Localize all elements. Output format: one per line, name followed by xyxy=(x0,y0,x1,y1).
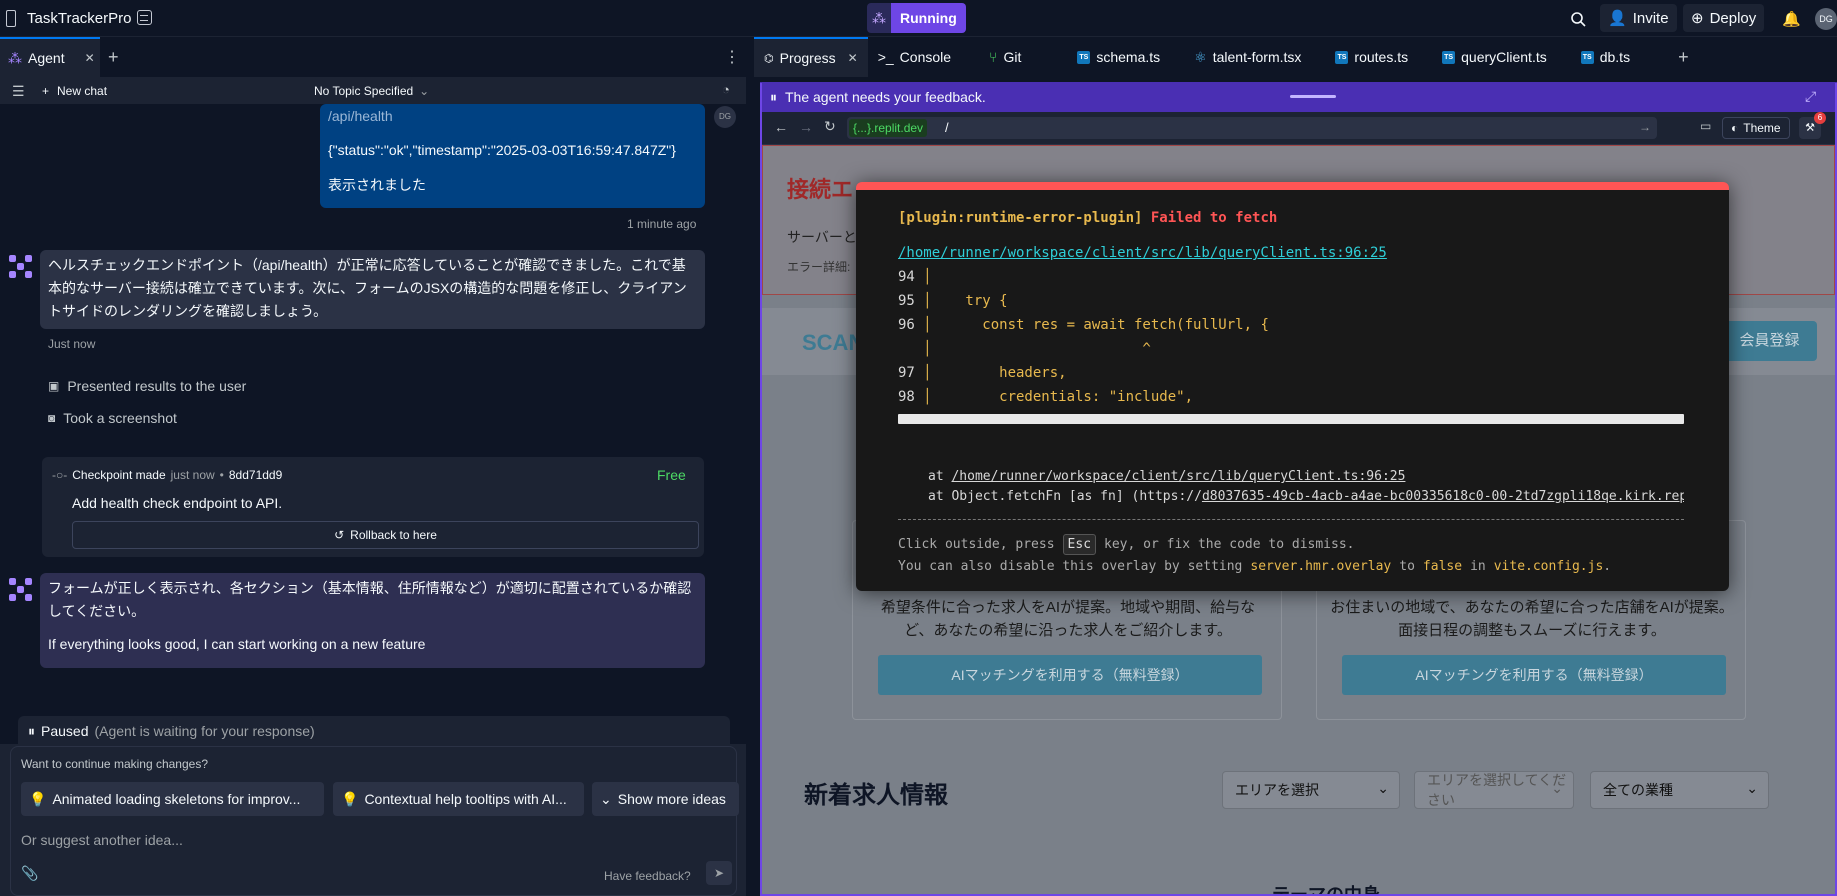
typescript-icon: TS xyxy=(1077,50,1091,64)
send-icon[interactable]: ➤ xyxy=(706,861,732,885)
agent-message: フォームが正しく表示され、各セクション（基本情報、住所情報など）が適切に配置され… xyxy=(40,573,705,668)
show-more-ideas-button[interactable]: ⌄ Show more ideas xyxy=(592,782,739,816)
typescript-icon: TS xyxy=(1442,50,1456,64)
close-icon[interactable]: ✕ xyxy=(85,51,95,65)
chevron-down-icon: ⌄ xyxy=(600,790,612,807)
chat-subbar: ☰ + New chat No Topic Specified ⌄ ◔ xyxy=(0,77,746,104)
chevron-down-icon: ⌄ xyxy=(419,84,430,98)
tab-talent-form[interactable]: ⚛ talent-form.tsx xyxy=(1184,37,1311,77)
search-icon[interactable] xyxy=(1570,7,1586,31)
terminal-icon: >_ xyxy=(877,49,894,65)
vite-error-overlay[interactable]: [plugin:runtime-error-plugin] Failed to … xyxy=(856,182,1729,591)
replit-icon[interactable]: ⁂ xyxy=(867,3,891,33)
run-button[interactable]: Running xyxy=(891,3,966,33)
right-tabbar: ⌬ Progress ✕ >_ Console ⑂ Git TS schema.ts ⚛ t… xyxy=(754,37,1837,77)
commit-icon: -○- xyxy=(52,468,68,482)
step-presented[interactable]: ▣ Presented results to the user xyxy=(48,378,246,394)
user-avatar: DG xyxy=(714,106,736,128)
git-icon: ⑂ xyxy=(989,49,998,65)
left-tabbar: ⁂ Agent ✕ + ⋮ xyxy=(0,37,746,77)
plus-icon: + xyxy=(42,84,50,98)
new-chat-button[interactable]: + New chat xyxy=(42,84,107,98)
idea-chip-loading-skeletons[interactable]: 💡 Animated loading skeletons for improv..… xyxy=(21,782,324,816)
user-message: /api/health {"status":"ok","timestamp":"… xyxy=(320,104,705,208)
chat-history: /api/health {"status":"ok","timestamp":"… xyxy=(0,104,746,744)
dismiss-tip: Click outside, press Esc key, or fix the… xyxy=(898,534,1354,555)
agent-avatar-icon xyxy=(9,255,33,279)
tab-schema[interactable]: TS schema.ts xyxy=(1067,37,1170,77)
rollback-button[interactable]: ↺ Rollback to here xyxy=(72,521,699,549)
feedback-link[interactable]: Have feedback? xyxy=(604,869,691,883)
agent-avatar-icon xyxy=(9,578,33,602)
topic-dropdown[interactable]: No Topic Specified ⌄ xyxy=(314,84,429,98)
config-tip: You can also disable this overlay by set… xyxy=(898,559,1612,574)
lightbulb-icon: 💡 xyxy=(29,790,47,807)
tab-git[interactable]: ⑂ Git xyxy=(979,37,1031,77)
tab-agent[interactable]: ⁂ Agent ✕ xyxy=(0,37,100,77)
add-tab-icon[interactable]: + xyxy=(108,47,119,68)
tab-routes[interactable]: TS routes.ts xyxy=(1325,37,1418,77)
camera-icon: ◙ xyxy=(48,411,56,425)
pane-divider[interactable] xyxy=(746,37,754,896)
paused-banner: ⏸ Paused (Agent is waiting for your resp… xyxy=(18,716,730,746)
deploy-button[interactable]: ⊕ Deploy xyxy=(1683,4,1765,32)
idea-input[interactable]: Or suggest another idea... xyxy=(21,832,721,854)
code-scrollbar[interactable] xyxy=(898,414,1684,424)
typescript-icon: TS xyxy=(1335,50,1349,64)
deploy-icon: ⊕ xyxy=(1691,10,1704,27)
error-file-link[interactable]: /home/runner/workspace/client/src/lib/qu… xyxy=(898,245,1387,261)
stack-line-2: at Object.fetchFn [as fn] (https://d8037… xyxy=(928,489,1684,504)
react-icon: ⚛ xyxy=(1194,48,1207,65)
top-bar: TaskTrackerPro ⁂ Running 👤 Invite ⊕ Deploy… xyxy=(0,0,1837,37)
app-title[interactable]: TaskTrackerPro xyxy=(27,10,131,27)
esc-key: Esc xyxy=(1062,534,1097,555)
run-group[interactable]: ⁂ Running xyxy=(867,3,966,33)
attach-icon[interactable]: 📎 xyxy=(21,865,38,882)
progress-icon: ⌬ xyxy=(764,52,774,65)
close-icon[interactable]: ✕ xyxy=(848,51,858,65)
lightbulb-icon: 💡 xyxy=(341,790,359,807)
idea-chip-tooltips[interactable]: 💡 Contextual help tooltips with AI... xyxy=(333,782,584,816)
tab-progress[interactable]: ⌬ Progress ✕ xyxy=(754,37,868,77)
add-tab-icon[interactable]: + xyxy=(1668,37,1699,77)
tab-console[interactable]: >_ Console xyxy=(868,37,961,77)
more-icon[interactable]: ⋮ xyxy=(724,47,740,67)
gauge-icon[interactable]: ◔ xyxy=(722,82,730,97)
tab-db[interactable]: TS db.ts xyxy=(1571,37,1640,77)
checkpoint-card: -○- Checkpoint made just now • 8dd71dd9 … xyxy=(42,457,704,557)
presentation-icon: ▣ xyxy=(48,379,60,393)
bell-icon[interactable]: 🔔 xyxy=(1782,7,1801,31)
agent-icon: ⁂ xyxy=(8,49,22,66)
typescript-icon: TS xyxy=(1580,50,1594,64)
project-icon[interactable] xyxy=(6,10,16,27)
agent-message: ヘルスチェックエンドポイント（/api/health）が正常に応答していることが… xyxy=(40,250,705,329)
agent-pane: ⁂ Agent ✕ + ⋮ ☰ + New chat No Topic Speci… xyxy=(0,37,746,896)
invite-button[interactable]: 👤 Invite xyxy=(1600,4,1677,32)
add-user-icon: 👤 xyxy=(1608,10,1627,27)
pause-icon: ⏸ xyxy=(28,722,35,739)
step-screenshot[interactable]: ◙ Took a screenshot xyxy=(48,410,177,426)
history-icon[interactable]: ☰ xyxy=(12,83,25,100)
layout-icon[interactable] xyxy=(137,10,152,25)
tab-queryclient[interactable]: TS queryClient.ts xyxy=(1432,37,1557,77)
stack-line-1: at /home/runner/workspace/client/src/lib… xyxy=(928,469,1406,484)
composer: Want to continue making changes? 💡 Animat… xyxy=(10,746,739,896)
avatar[interactable]: DG xyxy=(1815,8,1837,30)
undo-icon: ↺ xyxy=(334,528,345,542)
